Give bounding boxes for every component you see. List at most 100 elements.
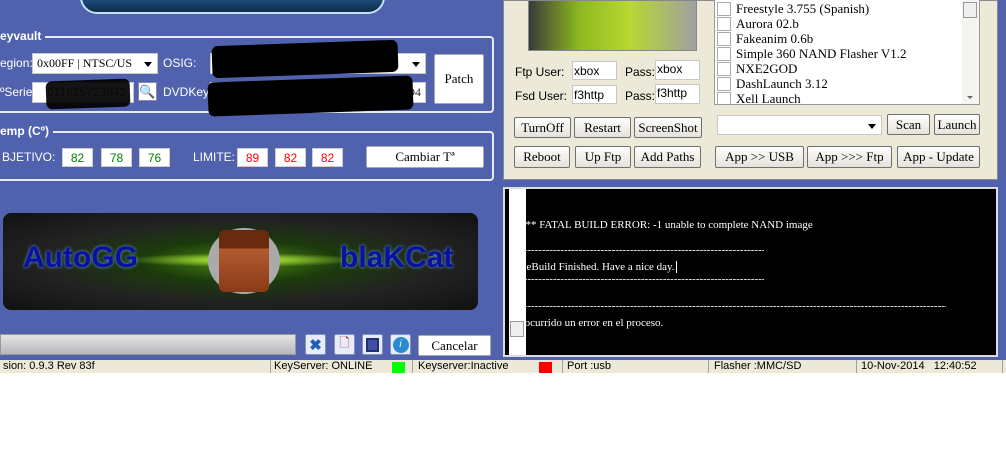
- checkbox[interactable]: [717, 2, 731, 16]
- app-list-item[interactable]: Freestyle 3.755 (Spanish): [715, 1, 963, 17]
- ftp-user-input[interactable]: xbox: [572, 61, 617, 80]
- log-line: ***** FATAL BUILD ERROR: -1 unable to co…: [509, 219, 813, 231]
- cancel-button[interactable]: Cancelar: [418, 335, 491, 356]
- banner-right-text: blaKCat: [340, 241, 454, 274]
- fsd-pass-label: Pass:: [625, 89, 656, 103]
- version-status: sion: 0.9.3 Rev 83f: [0, 360, 271, 373]
- file-delete-icon: 🗋: [339, 334, 350, 350]
- console-panel: Ftp User: xbox Pass: xbox Fsd User: f3ht…: [503, 0, 998, 180]
- ftp-user-label: Ftp User:: [515, 65, 565, 79]
- objetivo-value[interactable]: 76: [139, 148, 170, 167]
- checkbox[interactable]: [717, 62, 731, 76]
- fsd-user-input[interactable]: f3http: [572, 85, 617, 104]
- app-usb-button[interactable]: App >> USB: [715, 146, 804, 168]
- temp-legend: emp (Cº): [0, 124, 54, 138]
- app-ftp-button[interactable]: App >>> Ftp: [807, 146, 892, 168]
- keyserver-status: KeyServer: ONLINE: [271, 360, 413, 373]
- checkbox[interactable]: [717, 17, 731, 31]
- ftp-pass-input[interactable]: xbox: [655, 60, 700, 80]
- port-status: Port :usb: [564, 360, 709, 373]
- app-list-item[interactable]: Xell Launch: [715, 91, 963, 104]
- checkbox[interactable]: [717, 77, 731, 91]
- close-tool-button[interactable]: ✖: [305, 334, 326, 355]
- status-indicator-green: [392, 362, 405, 373]
- log-line: ----------------------------------------…: [509, 273, 764, 285]
- dashboard-preview-image: [528, 0, 697, 51]
- checkbox[interactable]: [717, 47, 731, 61]
- add-paths-button[interactable]: Add Paths: [634, 146, 701, 168]
- checkbox[interactable]: [717, 32, 731, 46]
- apps-checklist[interactable]: Freestyle 3.755 (Spanish) Aurora 02.b Fake…: [714, 0, 980, 105]
- up-ftp-button[interactable]: Up Ftp: [575, 146, 631, 168]
- keyvault-legend: eyvault: [0, 29, 46, 43]
- limite-value[interactable]: 82: [312, 148, 343, 167]
- redaction: [45, 78, 131, 110]
- dvdkey-label: DVDKey:: [163, 85, 213, 99]
- flasher-status: Flasher :MMC/SD: [711, 360, 857, 373]
- screenshot-button[interactable]: ScreenShot: [634, 117, 702, 138]
- x-cross-icon: ✖: [309, 336, 322, 354]
- scroll-thumb[interactable]: [510, 321, 524, 337]
- patch-button[interactable]: Patch: [434, 54, 484, 104]
- turnoff-button[interactable]: TurnOff: [514, 117, 571, 138]
- region-select[interactable]: 0x00FF | NTSC/US: [32, 53, 158, 74]
- app-update-button[interactable]: App - Update: [897, 146, 980, 168]
- save-button[interactable]: [362, 334, 383, 355]
- keyserver2-status: Keyserver:Inactive: [415, 360, 563, 373]
- scroll-thumb[interactable]: [963, 2, 977, 18]
- banner-left-text: AutoGG: [23, 241, 138, 274]
- limite-label: LIMITE:: [193, 150, 236, 164]
- app-logo: [80, 0, 385, 14]
- banner-image: AutoGG blaKCat: [3, 213, 478, 310]
- region-label: egion:: [0, 56, 33, 70]
- chevron-down-icon: [144, 62, 152, 67]
- objetivo-label: BJETIVO:: [2, 150, 56, 164]
- log-line: ----------------------------------------…: [509, 300, 946, 312]
- info-button[interactable]: i: [390, 334, 411, 355]
- info-icon: i: [392, 336, 409, 353]
- osig-label: OSIG:: [163, 56, 197, 70]
- scrollbar[interactable]: [962, 0, 979, 104]
- redaction: [211, 39, 399, 79]
- app-list-item[interactable]: Fakeanim 0.6b: [715, 31, 963, 47]
- status-indicator-red: [539, 362, 552, 373]
- search-serial-button[interactable]: 🔍: [138, 82, 157, 101]
- floppy-save-icon: [366, 337, 379, 352]
- chevron-down-icon: [868, 124, 876, 129]
- objetivo-value[interactable]: 82: [62, 148, 93, 167]
- app-list-item[interactable]: Aurora 02.b: [715, 16, 963, 32]
- log-line: ----------------------------------------…: [509, 244, 764, 256]
- scroll-down-icon[interactable]: [967, 96, 973, 99]
- ftp-pass-label: Pass:: [625, 65, 656, 79]
- region-value: 0x00FF | NTSC/US: [37, 56, 133, 70]
- launch-button[interactable]: Launch: [934, 114, 980, 135]
- log-output[interactable]: ***** FATAL BUILD ERROR: -1 unable to co…: [503, 187, 998, 357]
- fsd-user-label: Fsd User:: [515, 89, 568, 103]
- log-scrollbar[interactable]: [509, 189, 526, 355]
- app-combo[interactable]: [717, 115, 882, 135]
- restart-button[interactable]: Restart: [574, 117, 631, 138]
- change-temp-button[interactable]: Cambiar Tª: [366, 146, 484, 168]
- app-list-item[interactable]: DashLaunch 3.12: [715, 76, 963, 92]
- progress-bar: [0, 334, 296, 355]
- app-list-item[interactable]: NXE2GOD: [715, 61, 963, 77]
- status-bar: sion: 0.9.3 Rev 83f KeyServer: ONLINE Ke…: [0, 360, 1006, 373]
- redaction: [207, 75, 414, 117]
- log-line: xeBuild Finished. Have a nice day.: [521, 261, 677, 273]
- serie-label: ºSerie:: [0, 85, 36, 99]
- limite-value[interactable]: 82: [275, 148, 306, 167]
- objetivo-value[interactable]: 78: [101, 148, 132, 167]
- reboot-button[interactable]: Reboot: [514, 146, 570, 168]
- face-avatar: [208, 228, 280, 294]
- fsd-pass-input[interactable]: f3http: [655, 84, 700, 104]
- document-search-icon: 🔍: [139, 83, 156, 99]
- main-window: eyvault egion: 0x00FF | NTSC/US OSIG: ºS…: [0, 0, 1006, 360]
- log-line: Ha ocurrido un error en el proceso.: [509, 317, 664, 329]
- app-list-item[interactable]: Simple 360 NAND Flasher V1.2: [715, 46, 963, 62]
- delete-file-button[interactable]: 🗋: [334, 334, 355, 355]
- scan-button[interactable]: Scan: [887, 114, 930, 135]
- datetime-status: 10-Nov-2014 12:40:52: [858, 360, 1003, 373]
- limite-value[interactable]: 89: [237, 148, 268, 167]
- checkbox[interactable]: [717, 92, 731, 104]
- chevron-down-icon: [412, 62, 420, 67]
